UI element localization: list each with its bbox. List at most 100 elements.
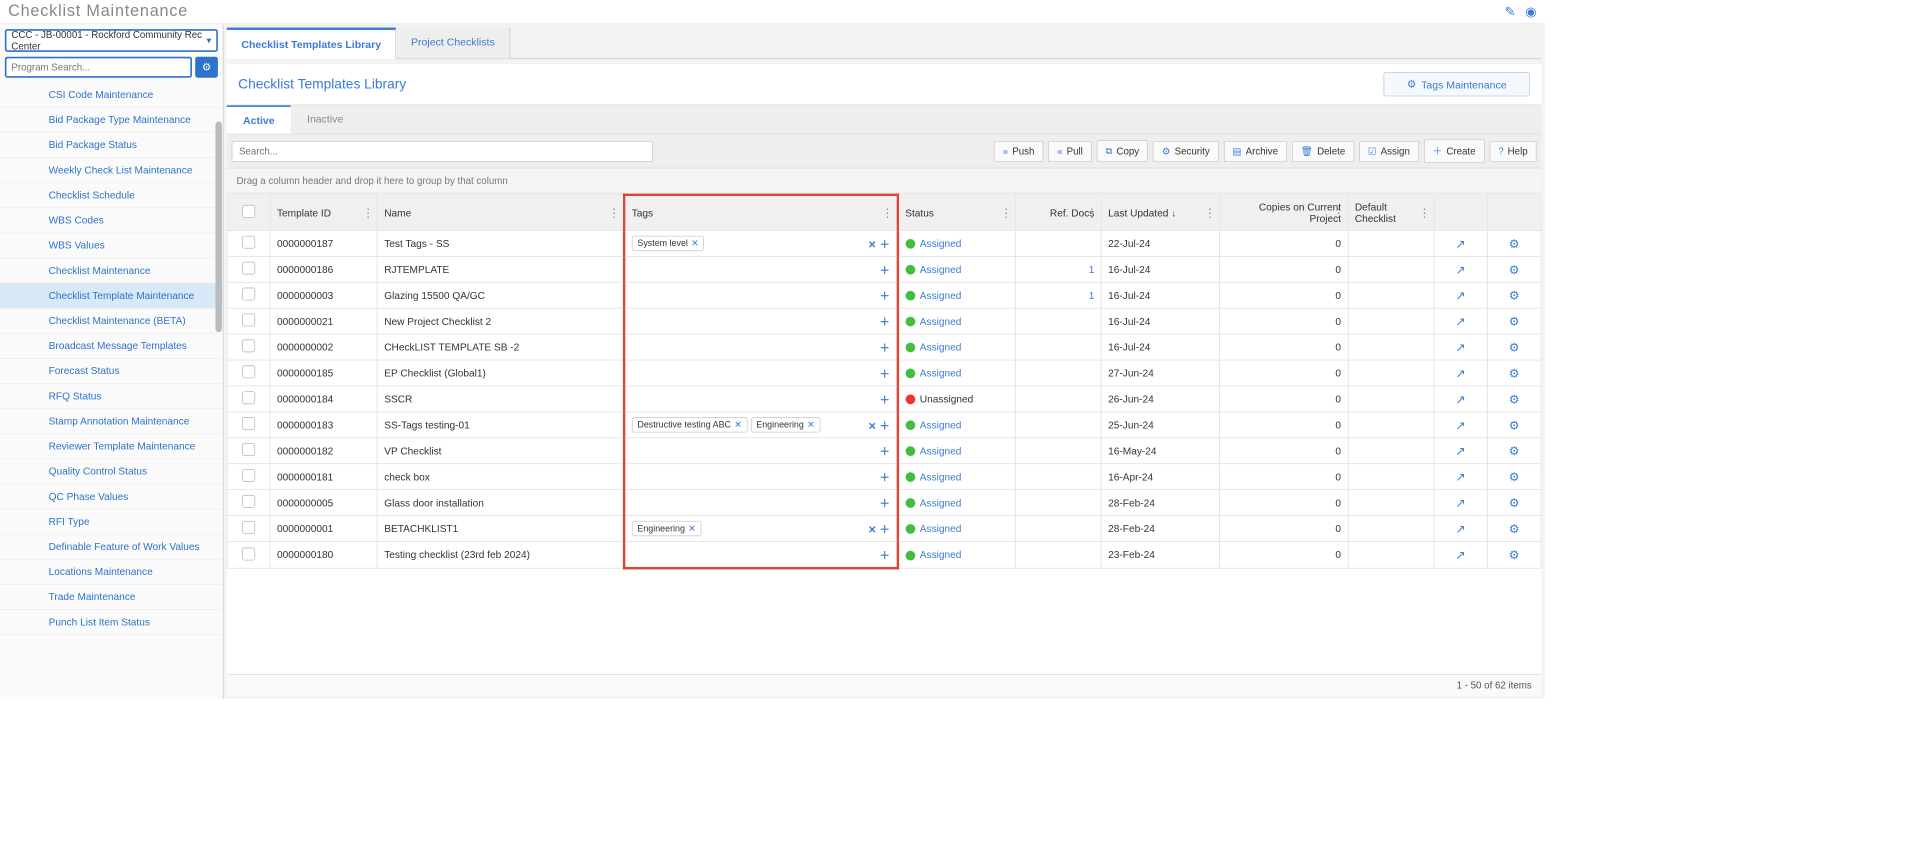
tag-chip[interactable]: Destructive testing ABC✕ — [632, 417, 748, 432]
sidebar-item[interactable]: CSI Code Maintenance — [0, 83, 223, 108]
sidebar-item[interactable]: Quality Control Status — [0, 459, 223, 484]
column-select-all[interactable] — [227, 195, 270, 231]
row-checkbox-cell[interactable] — [227, 334, 270, 360]
archive-button[interactable]: ▤Archive — [1224, 141, 1287, 162]
column-template-id[interactable]: Template ID⋮ — [270, 195, 377, 231]
edit-icon[interactable]: ✎ — [1505, 4, 1516, 20]
column-menu-icon[interactable]: ⋮ — [1204, 206, 1215, 220]
row-checkbox-cell[interactable] — [227, 464, 270, 490]
add-tag-icon[interactable]: ＋ — [880, 265, 890, 276]
row-checkbox-cell[interactable] — [227, 541, 270, 568]
subtab[interactable]: Active — [227, 105, 291, 133]
add-tag-icon[interactable]: ＋ — [880, 239, 890, 250]
add-tag-icon[interactable]: ＋ — [880, 343, 890, 354]
security-button[interactable]: ⚙Security — [1153, 141, 1219, 162]
status-text[interactable]: Assigned — [920, 367, 962, 378]
clear-tags-icon[interactable]: ✕ — [868, 524, 876, 535]
tags-maintenance-button[interactable]: ⚙ Tags Maintenance — [1383, 72, 1530, 96]
sidebar-item[interactable]: WBS Codes — [0, 208, 223, 233]
gear-icon[interactable]: ⚙ — [1509, 522, 1520, 536]
row-checkbox-cell[interactable] — [227, 438, 270, 464]
row-checkbox-cell[interactable] — [227, 490, 270, 516]
row-checkbox-cell[interactable] — [227, 412, 270, 438]
column-menu-icon[interactable]: ⋮ — [1333, 206, 1344, 220]
column-menu-icon[interactable]: ⋮ — [882, 206, 893, 220]
row-checkbox-cell[interactable] — [227, 282, 270, 308]
add-tag-icon[interactable]: ＋ — [880, 498, 890, 509]
sidebar-item[interactable]: Bid Package Type Maintenance — [0, 108, 223, 133]
sidebar-item[interactable]: Checklist Maintenance (BETA) — [0, 309, 223, 334]
user-icon[interactable]: ◉ — [1525, 4, 1536, 20]
grid-search-input[interactable] — [232, 141, 653, 162]
column-default[interactable]: Default Checklist⋮ — [1348, 195, 1434, 231]
sidebar-item[interactable]: Locations Maintenance — [0, 560, 223, 585]
column-status[interactable]: Status⋮ — [898, 195, 1016, 231]
open-link-icon[interactable]: ↗ — [1455, 496, 1465, 510]
add-tag-icon[interactable]: ＋ — [880, 524, 890, 535]
column-tags[interactable]: Tags⋮ — [624, 195, 897, 231]
column-menu-icon[interactable]: ⋮ — [362, 206, 373, 220]
open-link-icon[interactable]: ↗ — [1455, 444, 1465, 458]
project-select[interactable]: CCC - JB-00001 - Rockford Community Rec … — [5, 29, 218, 52]
sidebar-item[interactable]: Forecast Status — [0, 359, 223, 384]
add-tag-icon[interactable]: ＋ — [880, 550, 890, 561]
status-text[interactable]: Assigned — [920, 290, 962, 301]
open-link-icon[interactable]: ↗ — [1455, 522, 1465, 536]
sidebar-item[interactable]: RFQ Status — [0, 384, 223, 409]
main-tab[interactable]: Project Checklists — [396, 28, 510, 59]
gear-icon[interactable]: ⚙ — [1509, 548, 1520, 562]
gear-icon[interactable]: ⚙ — [1509, 444, 1520, 458]
column-copies[interactable]: Copies on Current Project⋮ — [1219, 195, 1348, 231]
add-tag-icon[interactable]: ＋ — [880, 472, 890, 483]
status-text[interactable]: Assigned — [920, 471, 962, 482]
gear-icon[interactable]: ⚙ — [1509, 315, 1520, 329]
tag-chip[interactable]: Engineering✕ — [751, 417, 821, 432]
open-link-icon[interactable]: ↗ — [1455, 341, 1465, 355]
sidebar-item[interactable]: Checklist Schedule — [0, 183, 223, 208]
open-link-icon[interactable]: ↗ — [1455, 237, 1465, 251]
open-link-icon[interactable]: ↗ — [1455, 367, 1465, 381]
gear-icon[interactable]: ⚙ — [1509, 470, 1520, 484]
open-link-icon[interactable]: ↗ — [1455, 548, 1465, 562]
column-menu-icon[interactable]: ⋮ — [1086, 206, 1097, 220]
gear-icon[interactable]: ⚙ — [1509, 289, 1520, 303]
copy-button[interactable]: ⧉Copy — [1097, 140, 1149, 162]
delete-button[interactable]: 🗑Delete — [1292, 141, 1354, 162]
add-tag-icon[interactable]: ＋ — [880, 394, 890, 405]
row-checkbox-cell[interactable] — [227, 386, 270, 412]
status-text[interactable]: Assigned — [920, 341, 962, 352]
row-checkbox-cell[interactable] — [227, 308, 270, 334]
status-text[interactable]: Assigned — [920, 419, 962, 430]
status-text[interactable]: Assigned — [920, 549, 962, 560]
sidebar-item[interactable]: Checklist Maintenance — [0, 258, 223, 283]
add-tag-icon[interactable]: ＋ — [880, 369, 890, 380]
clear-tags-icon[interactable]: ✕ — [868, 420, 876, 431]
open-link-icon[interactable]: ↗ — [1455, 263, 1465, 277]
program-search-input[interactable] — [5, 57, 192, 78]
pull-button[interactable]: «Pull — [1048, 141, 1091, 162]
column-name[interactable]: Name⋮ — [377, 195, 624, 231]
status-text[interactable]: Assigned — [920, 497, 962, 508]
row-checkbox-cell[interactable] — [227, 256, 270, 282]
remove-tag-icon[interactable]: ✕ — [734, 420, 741, 430]
remove-tag-icon[interactable]: ✕ — [807, 420, 814, 430]
status-text[interactable]: Assigned — [920, 523, 962, 534]
sidebar-item[interactable]: QC Phase Values — [0, 484, 223, 509]
status-text[interactable]: Assigned — [920, 315, 962, 326]
ref-docs-link[interactable]: 1 — [1089, 290, 1095, 301]
gear-icon[interactable]: ⚙ — [1509, 263, 1520, 277]
column-ref-docs[interactable]: Ref. Docs⋮ — [1015, 195, 1101, 231]
add-tag-icon[interactable]: ＋ — [880, 317, 890, 328]
gear-icon[interactable]: ⚙ — [1509, 341, 1520, 355]
subtab[interactable]: Inactive — [291, 105, 360, 133]
status-text[interactable]: Assigned — [920, 238, 962, 249]
status-text[interactable]: Assigned — [920, 445, 962, 456]
add-tag-icon[interactable]: ＋ — [880, 420, 890, 431]
program-settings-button[interactable]: ⚙ — [195, 57, 218, 78]
sidebar-item[interactable]: Reviewer Template Maintenance — [0, 434, 223, 459]
sidebar-item[interactable]: RFI Type — [0, 509, 223, 534]
add-tag-icon[interactable]: ＋ — [880, 291, 890, 302]
push-button[interactable]: »Push — [994, 141, 1043, 162]
open-link-icon[interactable]: ↗ — [1455, 392, 1465, 406]
column-last-updated[interactable]: Last Updated↓⋮ — [1101, 195, 1219, 231]
